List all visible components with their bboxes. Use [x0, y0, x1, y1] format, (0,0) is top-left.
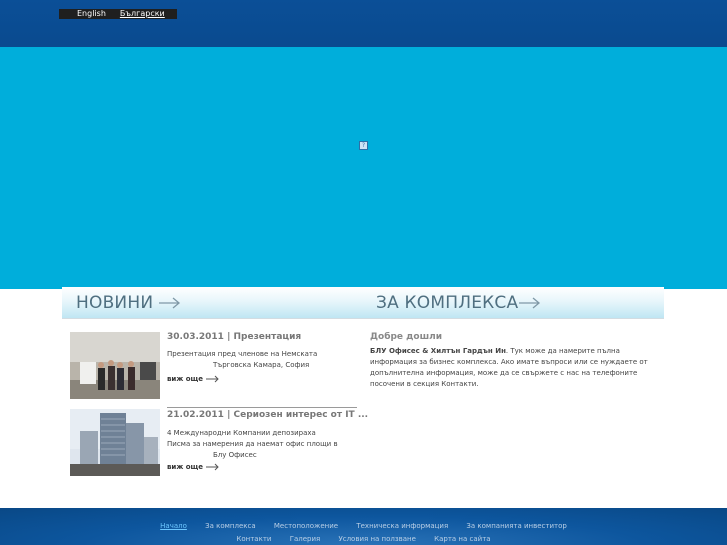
footer-link-technical[interactable]: Техническа информация — [356, 522, 448, 530]
news-excerpt-2-line3: Блу Офисес — [213, 451, 257, 459]
footer-link-home[interactable]: Начало — [160, 522, 187, 530]
footer-link-about[interactable]: За комплекса — [205, 522, 256, 530]
news-more-label-2: виж още — [167, 463, 204, 471]
news-arrow-icon[interactable] — [158, 296, 182, 310]
news-more-label-1: виж още — [167, 375, 204, 383]
footer-link-terms[interactable]: Условия на ползване — [338, 535, 415, 543]
arrow-right-icon — [206, 463, 219, 471]
lang-bulgarian-link[interactable]: Български — [120, 9, 165, 19]
about-text: БЛУ Офисес & Хилтън Гардън Ин. Тук може … — [370, 346, 650, 390]
footer-link-contacts[interactable]: Контакти — [236, 535, 271, 543]
news-thumbnail-presentation[interactable] — [70, 332, 160, 399]
welcome-heading: Добре дошли — [370, 332, 443, 342]
lang-english-link[interactable]: English — [77, 9, 106, 19]
section-header-divider — [62, 318, 664, 319]
footer: Начало За комплекса Местоположение Техни… — [0, 508, 727, 545]
news-excerpt-2-line2: Писма за намерения да наемат офис площи … — [167, 440, 338, 448]
news-section-title: НОВИНИ — [76, 293, 154, 313]
hero-banner — [0, 47, 727, 289]
language-switcher: English Български — [59, 9, 177, 19]
news-title-2[interactable]: 21.02.2011 | Сериозен интерес от IT ... — [167, 410, 368, 420]
about-section-title: ЗА КОМПЛЕКСА — [376, 293, 519, 313]
arrow-right-icon — [206, 375, 219, 383]
top-bar: English Български — [0, 0, 727, 47]
about-arrow-icon[interactable] — [518, 296, 542, 310]
footer-link-gallery[interactable]: Галерия — [290, 535, 321, 543]
footer-link-location[interactable]: Местоположение — [274, 522, 338, 530]
footer-links-row2: Контакти Галерия Условия на ползване Кар… — [0, 535, 727, 543]
news-separator — [167, 407, 357, 408]
broken-image-icon: ? — [359, 141, 368, 150]
about-company-name: БЛУ Офисес & Хилтън Гардън Ин — [370, 347, 506, 355]
news-thumbnail-building[interactable] — [70, 409, 160, 476]
news-title-1[interactable]: 30.03.2011 | Презентация — [167, 332, 301, 342]
news-more-link-1[interactable]: виж още — [167, 375, 220, 383]
footer-link-sitemap[interactable]: Карта на сайта — [434, 535, 490, 543]
news-excerpt-1-line1: Презентация пред членове на Немската — [167, 350, 318, 358]
footer-link-investor[interactable]: За компанията инвеститор — [466, 522, 566, 530]
news-excerpt-2-line1: 4 Международни Компании депозираха — [167, 429, 316, 437]
news-more-link-2[interactable]: виж още — [167, 463, 220, 471]
footer-links-row1: Начало За комплекса Местоположение Техни… — [0, 522, 727, 530]
